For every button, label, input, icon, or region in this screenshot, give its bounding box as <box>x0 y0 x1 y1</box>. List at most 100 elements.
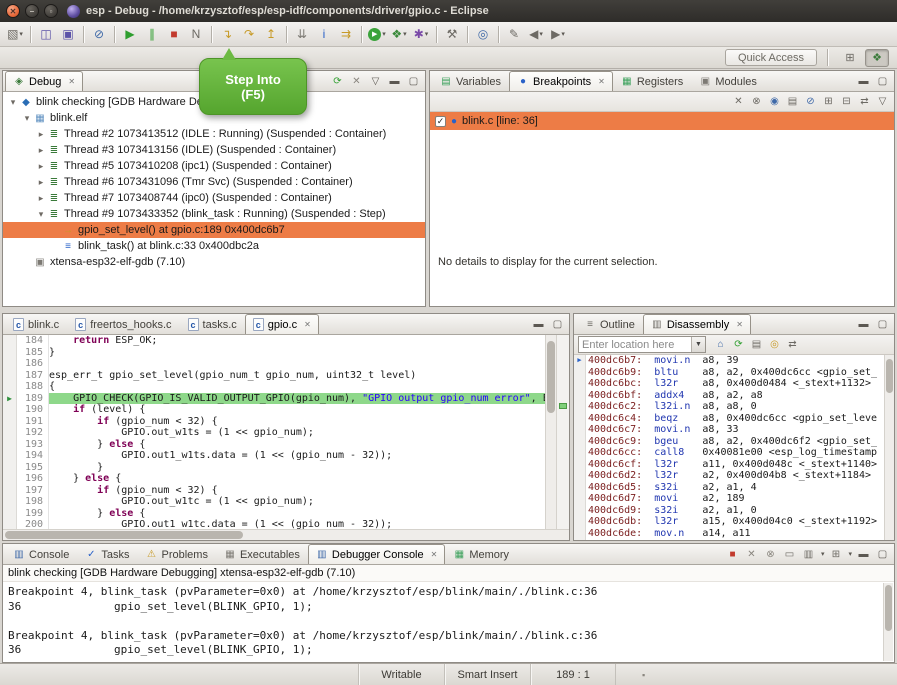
show-source-icon[interactable]: ▤ <box>749 337 764 352</box>
resume-button[interactable]: ▶ <box>119 24 141 45</box>
collapse-icon[interactable]: ▾ <box>7 97 19 108</box>
minimize-icon[interactable]: ▬ <box>387 74 402 89</box>
code-line[interactable]: } <box>49 347 545 359</box>
editor-tab-freertos-hooks-c[interactable]: cfreertos_hooks.c <box>67 314 179 334</box>
line-number[interactable]: 187 <box>17 370 43 382</box>
expand-icon[interactable]: ▸ <box>35 161 47 172</box>
debug-tab-debug[interactable]: ◈Debug✕ <box>5 71 83 91</box>
disassembly-line[interactable]: 400dc6c4: beqz a8, 0x400dc6cc <gpio_set_… <box>588 413 884 425</box>
external-tools-button[interactable]: ✱▾ <box>410 24 432 45</box>
terminate-button[interactable]: ■ <box>163 24 185 45</box>
debug-tree-item[interactable]: ▣xtensa-esp32-elf-gdb (7.10) <box>3 254 425 270</box>
remove-all-terminated-icon[interactable]: ✕ <box>349 74 364 89</box>
location-combo[interactable]: Enter location here ▼ <box>578 336 706 353</box>
breakpoint-item[interactable]: ✓●blink.c [line: 36] <box>430 112 894 130</box>
line-number[interactable]: 198 <box>17 496 43 508</box>
line-number[interactable]: 186 <box>17 358 43 370</box>
step-over-button[interactable]: ↷ <box>238 24 260 45</box>
editor-annotation-margin[interactable]: ▶ <box>3 335 17 529</box>
step-into-button[interactable]: ↴ <box>216 24 238 45</box>
remove-all-launches-icon[interactable]: ⊗ <box>763 547 778 562</box>
disassembly-line[interactable]: 400dc6c9: bgeu a8, a2, 0x400dc6f2 <gpio_… <box>588 436 884 448</box>
code-line[interactable]: if (gpio_num < 32) { <box>49 416 545 428</box>
editor-tab-blink-c[interactable]: cblink.c <box>5 314 67 334</box>
console-tab-console[interactable]: ▥Console <box>5 544 77 564</box>
open-console-icon[interactable]: ⊞ <box>828 547 843 562</box>
editor-tab-gpio-c[interactable]: cgpio.c✕ <box>245 314 319 334</box>
sync-icon[interactable]: ⇄ <box>785 337 800 352</box>
views-tab-outline[interactable]: ≡Outline <box>576 314 643 334</box>
debug-tree-item[interactable]: ▸≣Thread #7 1073408744 (ipc0) (Suspended… <box>3 190 425 206</box>
disassembly-body[interactable]: ▶ 400dc6b7: movi.n a8, 39400dc6b9: bltu … <box>574 355 894 540</box>
views-tab-breakpoints[interactable]: ●Breakpoints✕ <box>509 71 613 91</box>
terminate-icon[interactable]: ■ <box>725 547 740 562</box>
scrollbar-thumb[interactable] <box>5 531 243 539</box>
line-number[interactable]: 197 <box>17 485 43 497</box>
last-edit-location-button[interactable]: ✎ <box>503 24 525 45</box>
refresh-icon[interactable]: ⟳ <box>731 337 746 352</box>
console-output[interactable]: Breakpoint 4, blink_task (pvParameter=0x… <box>3 582 894 662</box>
maximize-icon[interactable]: ▢ <box>875 547 890 562</box>
debug-tree-item[interactable]: ▸≣Thread #3 1073413156 (IDLE) (Suspended… <box>3 142 425 158</box>
maximize-icon[interactable]: ▢ <box>406 74 421 89</box>
minimize-icon[interactable]: ▬ <box>856 317 871 332</box>
show-breakpoints-supported-icon[interactable]: ◉ <box>767 94 782 109</box>
display-console-icon[interactable]: ▥ <box>801 547 816 562</box>
line-number[interactable]: 189 <box>17 393 43 405</box>
views-tab-registers[interactable]: ▦Registers <box>613 71 691 91</box>
breakpoint-checkbox[interactable]: ✓ <box>435 116 446 127</box>
line-number[interactable]: 200 <box>17 519 43 529</box>
skip-all-breakpoints-button[interactable]: ⊘ <box>88 24 110 45</box>
console-vertical-scrollbar[interactable] <box>883 583 893 661</box>
code-line[interactable]: if (level) { <box>49 404 545 416</box>
link-with-debug-icon[interactable]: ⇄ <box>857 94 872 109</box>
debug-tree-item[interactable]: ▸≣Thread #6 1073431096 (Tmr Svc) (Suspen… <box>3 174 425 190</box>
instruction-stepping-button[interactable]: i <box>313 24 335 45</box>
editor-tab-tasks-c[interactable]: ctasks.c <box>180 314 245 334</box>
code-line[interactable]: } else { <box>49 439 545 451</box>
suspend-button[interactable]: ∥ <box>141 24 163 45</box>
current-line-marker[interactable] <box>559 403 567 409</box>
remove-breakpoint-icon[interactable]: ✕ <box>731 94 746 109</box>
expand-icon[interactable]: ▸ <box>35 145 47 156</box>
console-tab-problems[interactable]: ⚠Problems <box>137 544 215 564</box>
use-step-filters-button[interactable]: ⇉ <box>335 24 357 45</box>
drop-to-frame-button[interactable]: ⇊ <box>291 24 313 45</box>
disassembly-line[interactable]: 400dc6c7: movi.n a8, 33 <box>588 424 884 436</box>
editor-overview-ruler[interactable] <box>556 335 569 529</box>
close-icon[interactable]: ✕ <box>431 550 438 559</box>
line-number[interactable]: 193 <box>17 439 43 451</box>
debug-perspective-button[interactable]: ❖ <box>865 49 889 67</box>
search-button[interactable]: ◎ <box>472 24 494 45</box>
disassembly-line[interactable]: 400dc6d5: s32i a2, a1, 4 <box>588 482 884 494</box>
line-number[interactable]: 185 <box>17 347 43 359</box>
scrollbar-thumb[interactable] <box>886 359 893 393</box>
line-number[interactable]: 191 <box>17 416 43 428</box>
editor-vertical-scrollbar[interactable] <box>545 335 556 529</box>
debug-tree-item[interactable]: ▸≣Thread #5 1073410208 (ipc1) (Suspended… <box>3 158 425 174</box>
disassembly-line[interactable]: 400dc6db: l32r a15, 0x400d04c0 <_stext+1… <box>588 516 884 528</box>
code-line[interactable] <box>49 358 545 370</box>
disassembly-vertical-scrollbar[interactable] <box>884 355 894 540</box>
quick-access-button[interactable]: Quick Access <box>725 49 817 66</box>
skip-all-breakpoints-icon[interactable]: ⊘ <box>803 94 818 109</box>
disassembly-line[interactable]: 400dc6c2: l32i.n a8, a8, 0 <box>588 401 884 413</box>
minimize-icon[interactable]: ▬ <box>531 317 546 332</box>
code-line[interactable]: } <box>49 462 545 474</box>
expand-all-icon[interactable]: ⊞ <box>821 94 836 109</box>
minimize-button[interactable]: – <box>25 4 39 18</box>
debug-tree-item[interactable]: →gpio_set_level() at gpio.c:189 0x400dc6… <box>3 222 425 238</box>
clear-console-icon[interactable]: ▭ <box>782 547 797 562</box>
line-number[interactable]: 195 <box>17 462 43 474</box>
collapse-all-icon[interactable]: ⊟ <box>839 94 854 109</box>
forward-button[interactable]: ▶▾ <box>547 24 569 45</box>
disconnect-button[interactable]: N <box>185 24 207 45</box>
line-number[interactable]: 199 <box>17 508 43 520</box>
expand-icon[interactable]: ▸ <box>35 129 47 140</box>
disassembly-line[interactable]: 400dc6b9: bltu a8, a2, 0x400dc6cc <gpio_… <box>588 367 884 379</box>
remove-all-breakpoints-icon[interactable]: ⊗ <box>749 94 764 109</box>
disassembly-line[interactable]: 400dc6bc: l32r a8, 0x400d0484 <_stext+11… <box>588 378 884 390</box>
go-to-file-icon[interactable]: ▤ <box>785 94 800 109</box>
chevron-down-icon[interactable]: ▼ <box>691 337 705 352</box>
debug-tree-item[interactable]: ▾≣Thread #9 1073433352 (blink_task : Run… <box>3 206 425 222</box>
